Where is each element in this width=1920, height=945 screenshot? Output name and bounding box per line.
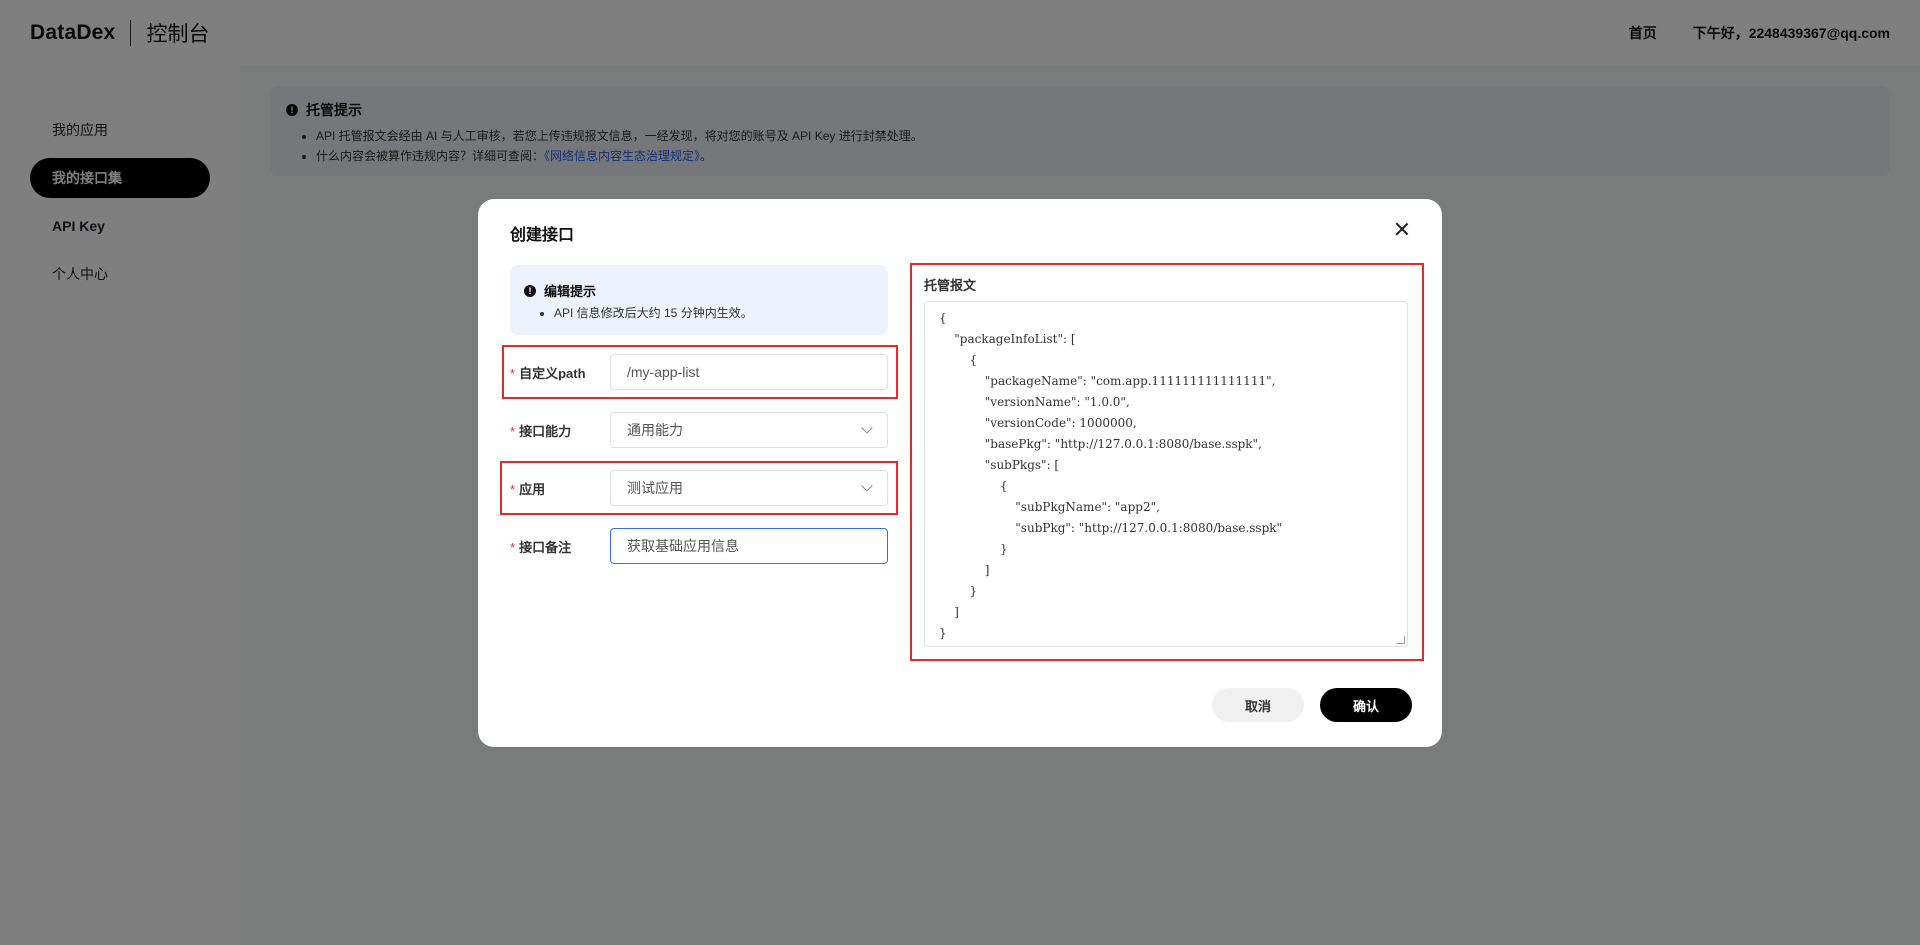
remark-label-text: 接口备注 [519, 539, 572, 555]
remark-input[interactable]: 获取基础应用信息 [610, 528, 888, 564]
required-mark: * [510, 423, 516, 439]
dialog-title: 创建接口 [510, 227, 575, 244]
chevron-down-icon [861, 480, 873, 492]
edit-tip-title: ! 编辑提示 [524, 281, 874, 300]
capability-select[interactable]: 通用能力 [610, 412, 888, 448]
cancel-button[interactable]: 取消 [1212, 688, 1304, 722]
app-select[interactable]: 测试应用 [610, 470, 888, 506]
form-row-path: * 自定义path /my-app-list [510, 354, 888, 390]
info-icon: ! [524, 284, 536, 297]
close-icon[interactable] [1392, 219, 1412, 239]
form-row-app: * 应用 测试应用 [510, 470, 888, 506]
edit-tip-text: API 信息修改后大约 15 分钟内生效。 [554, 304, 874, 322]
payload-editor[interactable]: { "packageInfoList": [ { "packageName": … [924, 301, 1408, 647]
capability-label-text: 接口能力 [519, 423, 572, 439]
path-label: * 自定义path [510, 363, 610, 382]
form-row-capability: * 接口能力 通用能力 [510, 412, 888, 448]
app-label: * 应用 [510, 479, 610, 498]
remark-label: * 接口备注 [510, 537, 610, 556]
form-row-remark: * 接口备注 获取基础应用信息 [510, 528, 888, 564]
app-label-text: 应用 [519, 481, 546, 497]
confirm-button[interactable]: 确认 [1320, 688, 1412, 722]
edit-tip-title-text: 编辑提示 [544, 284, 597, 299]
chevron-down-icon [861, 422, 873, 434]
path-label-text: 自定义path [519, 365, 586, 381]
create-api-dialog: 创建接口 ! 编辑提示 API 信息修改后大约 15 分钟内生效。 *自定义pa… [478, 199, 1442, 747]
app-root: DataDex 控制台 首页 下午好，2248439367@qq.com 我的应… [0, 0, 1920, 945]
required-mark: * [510, 481, 516, 497]
payload-text[interactable]: { "packageInfoList": [ { "packageName": … [939, 308, 1393, 644]
required-mark: * [510, 539, 516, 555]
edit-tip: ! 编辑提示 API 信息修改后大约 15 分钟内生效。 [510, 265, 888, 335]
edit-tip-list: API 信息修改后大约 15 分钟内生效。 [524, 304, 874, 322]
capability-label: * 接口能力 [510, 421, 610, 440]
capability-value: 通用能力 [627, 422, 683, 438]
resize-handle-icon[interactable] [1397, 636, 1405, 644]
required-mark: * [510, 365, 516, 381]
app-value: 测试应用 [627, 480, 683, 496]
path-input[interactable]: /my-app-list [610, 354, 888, 390]
payload-label: 托管报文 [924, 278, 977, 293]
